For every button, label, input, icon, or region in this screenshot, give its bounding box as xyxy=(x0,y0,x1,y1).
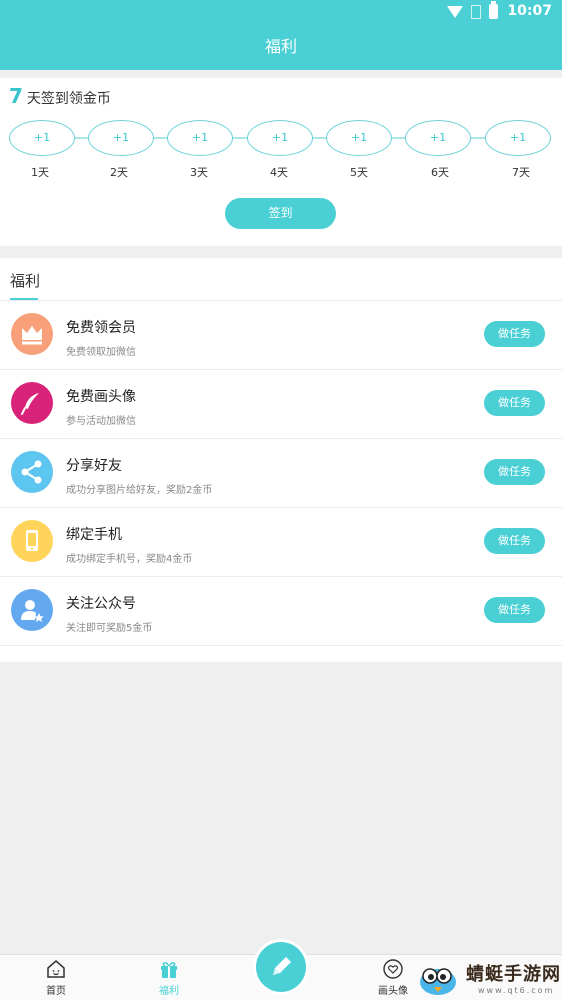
gift-icon xyxy=(158,959,180,979)
task-description: 成功分享图片给好友，奖励2金币 xyxy=(66,485,213,496)
battery-icon xyxy=(489,1,498,19)
pencil-icon xyxy=(273,957,291,975)
status-time: 10:07 xyxy=(507,3,552,19)
task-name: 关注公众号 xyxy=(66,596,136,612)
crown-icon xyxy=(11,313,53,355)
checkin-day-1: +1 xyxy=(9,120,75,156)
watermark-name: 蜻蜓手游网 xyxy=(466,964,561,985)
signal-icon xyxy=(471,4,481,19)
task-row-avatar: 免费画头像 参与活动加微信 做任务 xyxy=(0,370,562,439)
welfare-section: 福利 免费领会员 免费领取加微信 做任务 免费画头像 参与活动加微信 做任务 分… xyxy=(0,258,562,662)
checkin-day-label: 6天 xyxy=(431,166,449,179)
user-star-icon xyxy=(11,589,53,631)
checkin-card: 7 天签到领金币 +1 +1 +1 +1 +1 +1 +1 1天 2天 3天 4… xyxy=(0,78,562,246)
create-drawing-button[interactable] xyxy=(256,942,306,992)
checkin-day-5: +1 xyxy=(326,120,392,156)
task-name: 绑定手机 xyxy=(66,527,122,543)
tab-home[interactable]: 首页 xyxy=(11,955,101,1000)
title-bar: 福利 xyxy=(0,24,562,70)
checkin-day-label: 4天 xyxy=(270,166,288,179)
checkin-title: 天签到领金币 xyxy=(26,91,111,107)
task-name: 免费画头像 xyxy=(66,389,136,405)
do-task-button-avatar[interactable]: 做任务 xyxy=(484,390,545,416)
watermark: 蜻蜓手游网 www.qt6.com xyxy=(412,958,562,1000)
tab-home-label: 首页 xyxy=(46,986,66,997)
checkin-day-6: +1 xyxy=(405,120,471,156)
home-icon xyxy=(45,959,67,979)
task-row-follow: 关注公众号 关注即可奖励5金币 做任务 xyxy=(0,577,562,646)
share-icon xyxy=(11,451,53,493)
checkin-day-2: +1 xyxy=(88,120,154,156)
task-name: 免费领会员 xyxy=(66,320,136,336)
do-task-button-follow[interactable]: 做任务 xyxy=(484,597,545,623)
feather-pen-icon xyxy=(11,382,53,424)
task-row-vip: 免费领会员 免费领取加微信 做任务 xyxy=(0,301,562,370)
checkin-day-label: 2天 xyxy=(110,166,128,179)
task-description: 成功绑定手机号，奖励4金币 xyxy=(66,554,193,565)
page-title: 福利 xyxy=(264,37,297,56)
checkin-day-3: +1 xyxy=(167,120,233,156)
do-task-button-share[interactable]: 做任务 xyxy=(484,459,545,485)
tab-welfare-label: 福利 xyxy=(159,986,179,997)
heart-icon xyxy=(382,959,404,979)
checkin-days-count: 7 xyxy=(9,84,23,108)
welfare-section-title: 福利 xyxy=(10,272,41,290)
checkin-heading: 7 天签到领金币 xyxy=(9,84,111,108)
checkin-day-label: 5天 xyxy=(350,166,368,179)
checkin-day-label: 7天 xyxy=(512,166,530,179)
phone-icon xyxy=(11,520,53,562)
status-icons xyxy=(447,1,498,19)
do-task-button-phone[interactable]: 做任务 xyxy=(484,528,545,554)
task-row-share: 分享好友 成功分享图片给好友，奖励2金币 做任务 xyxy=(0,439,562,508)
status-bar: 10:07 xyxy=(0,0,562,24)
checkin-day-4: +1 xyxy=(247,120,313,156)
wifi-icon xyxy=(447,5,463,18)
task-name: 分享好友 xyxy=(66,458,122,474)
dragonfly-logo-icon xyxy=(416,960,460,998)
watermark-url: www.qt6.com xyxy=(478,986,555,995)
checkin-day-label: 3天 xyxy=(190,166,208,179)
tab-welfare[interactable]: 福利 xyxy=(124,955,214,1000)
do-task-button-vip[interactable]: 做任务 xyxy=(484,321,545,347)
task-description: 参与活动加微信 xyxy=(66,416,136,427)
checkin-button[interactable]: 签到 xyxy=(225,198,336,229)
task-row-phone: 绑定手机 成功绑定手机号，奖励4金币 做任务 xyxy=(0,508,562,577)
task-description: 免费领取加微信 xyxy=(66,347,136,358)
checkin-day-7: +1 xyxy=(485,120,551,156)
checkin-day-label: 1天 xyxy=(31,166,49,179)
task-description: 关注即可奖励5金币 xyxy=(66,623,153,634)
